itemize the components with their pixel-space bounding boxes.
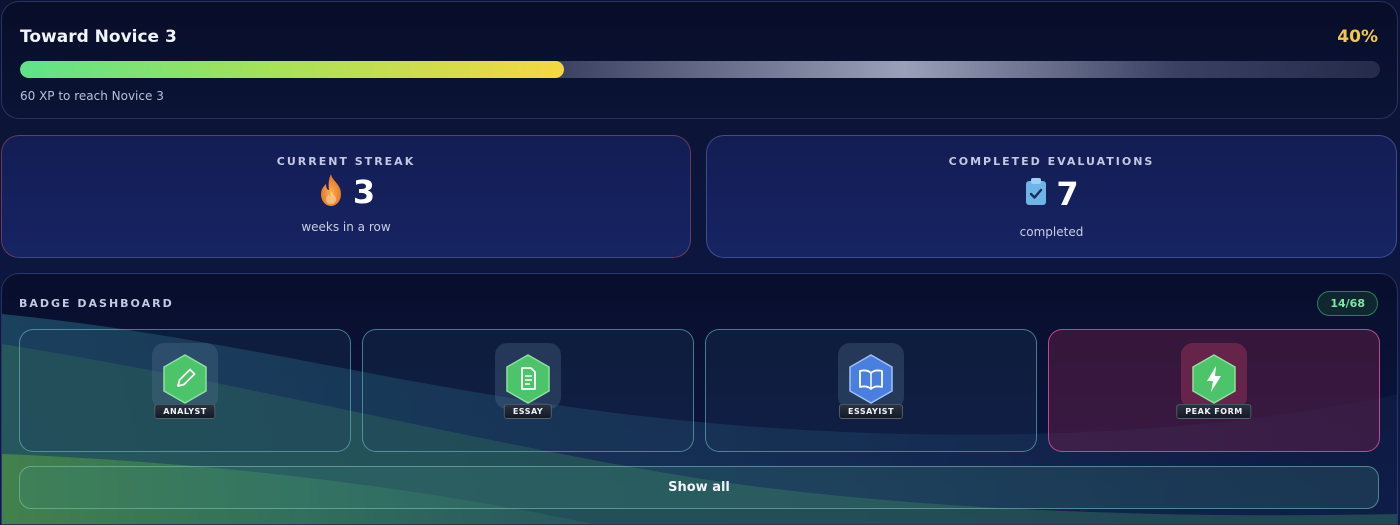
badge-card-essayist[interactable]: ESSAYIST bbox=[705, 329, 1037, 452]
progress-percent: 40% bbox=[1337, 27, 1378, 47]
progress-title: Toward Novice 3 bbox=[20, 27, 177, 47]
book-icon bbox=[849, 354, 893, 404]
progress-bar bbox=[20, 61, 1380, 78]
evaluations-label: COMPLETED EVALUATIONS bbox=[948, 155, 1155, 168]
badge-label: ESSAYIST bbox=[838, 404, 904, 419]
badge-count-pill: 14/68 bbox=[1317, 291, 1378, 316]
evaluations-caption: completed bbox=[1019, 225, 1084, 239]
badge-dashboard: BADGE DASHBOARD 14/68 ANALYST ESSAY ESSA… bbox=[1, 273, 1398, 525]
badge-card-peak-form[interactable]: PEAK FORM bbox=[1048, 329, 1380, 452]
completed-evaluations-card: COMPLETED EVALUATIONS 7 completed bbox=[706, 135, 1397, 258]
badge-label: ESSAY bbox=[503, 404, 553, 419]
document-icon bbox=[506, 354, 550, 404]
level-progress-card: Toward Novice 3 40% 60 XP to reach Novic… bbox=[1, 1, 1398, 119]
badge-label: ANALYST bbox=[154, 404, 216, 419]
show-all-button[interactable]: Show all bbox=[19, 466, 1379, 509]
streak-caption: weeks in a row bbox=[301, 220, 391, 234]
pencil-icon bbox=[163, 354, 207, 404]
progress-bar-fill bbox=[20, 61, 564, 78]
badge-label: PEAK FORM bbox=[1176, 404, 1252, 419]
clipboard-check-icon bbox=[1024, 177, 1048, 211]
streak-label: CURRENT STREAK bbox=[276, 155, 416, 168]
badge-card-essay[interactable]: ESSAY bbox=[362, 329, 694, 452]
dashboard-title: BADGE DASHBOARD bbox=[19, 297, 174, 310]
flame-icon bbox=[317, 173, 345, 211]
evaluations-value: 7 bbox=[1056, 175, 1079, 213]
lightning-icon bbox=[1192, 354, 1236, 404]
current-streak-card: CURRENT STREAK 3 weeks in a row bbox=[1, 135, 691, 258]
progress-subtitle: 60 XP to reach Novice 3 bbox=[20, 89, 164, 103]
badge-card-analyst[interactable]: ANALYST bbox=[19, 329, 351, 452]
streak-value: 3 bbox=[352, 173, 376, 211]
